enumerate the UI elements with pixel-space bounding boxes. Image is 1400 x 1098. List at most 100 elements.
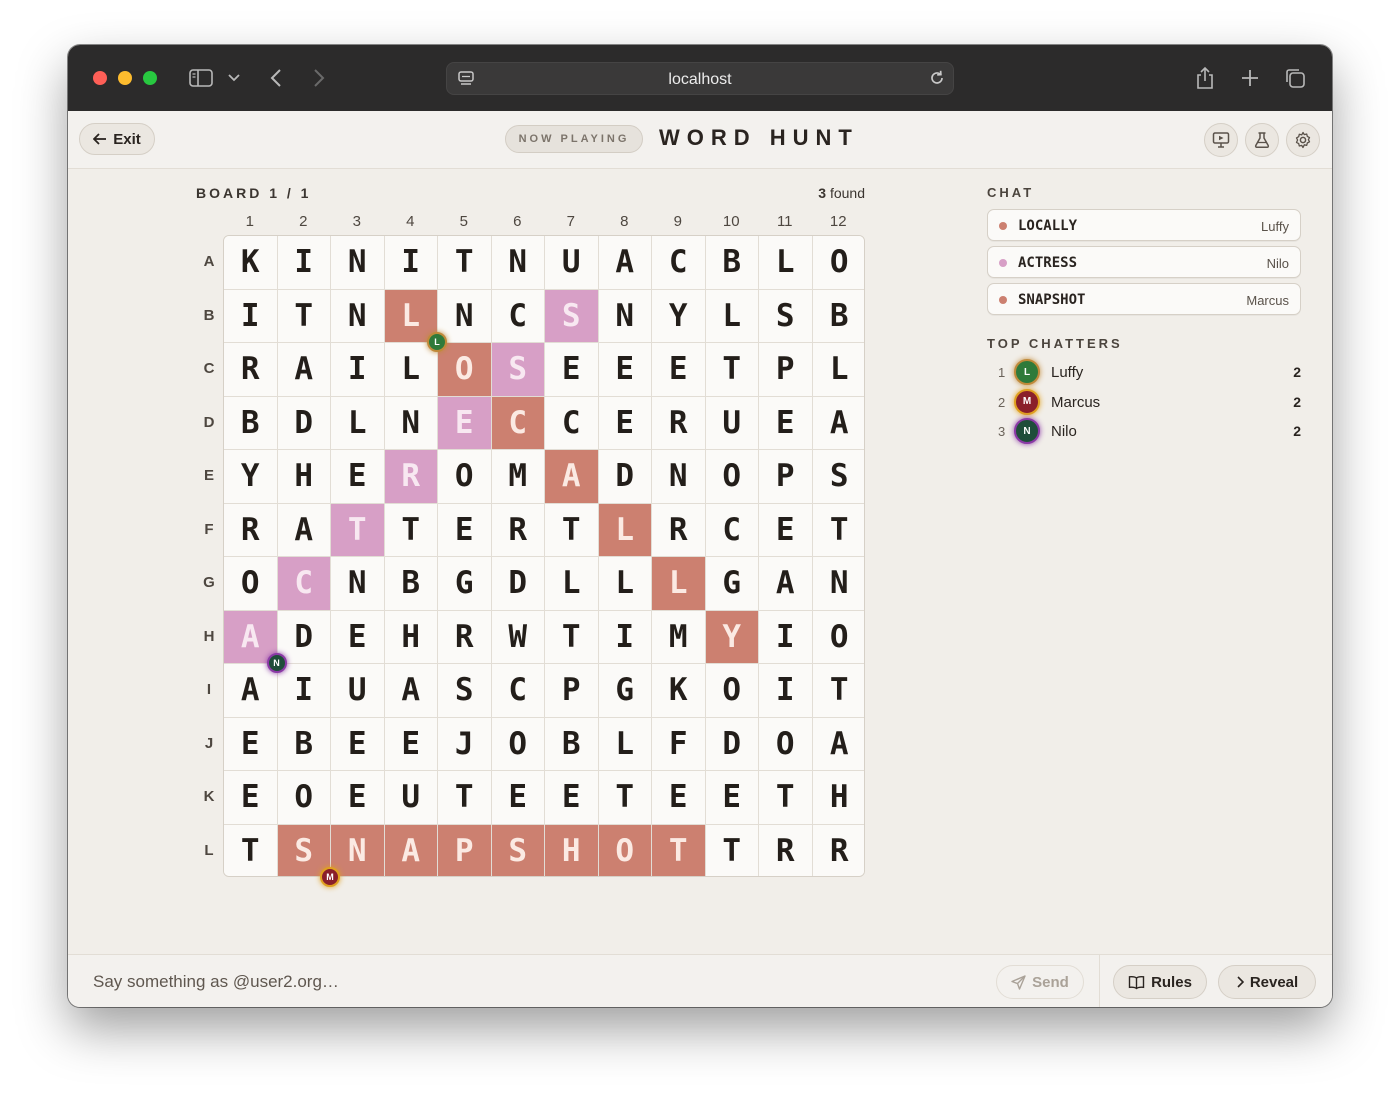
grid-cell[interactable]: K [224, 236, 278, 290]
grid-cell[interactable]: D [705, 717, 759, 771]
grid-cell[interactable]: T [384, 503, 438, 557]
grid-cell[interactable]: E [438, 396, 492, 450]
grid-cell[interactable]: A [277, 343, 331, 397]
grid-cell[interactable]: O [705, 450, 759, 504]
grid-cell[interactable]: N [331, 236, 385, 290]
grid-cell[interactable]: B [384, 557, 438, 611]
grid-cell[interactable]: O [812, 610, 864, 664]
grid-cell[interactable]: G [438, 557, 492, 611]
grid-cell[interactable]: U [384, 771, 438, 825]
grid-cell[interactable]: L [598, 717, 652, 771]
grid-cell[interactable]: I [331, 343, 385, 397]
grid-cell[interactable]: G [598, 664, 652, 718]
grid-cell[interactable]: N [812, 557, 864, 611]
grid-cell[interactable]: D [277, 610, 331, 664]
grid-cell[interactable]: A [812, 717, 864, 771]
reload-icon[interactable] [927, 68, 947, 93]
grid-cell[interactable]: R [384, 450, 438, 504]
grid-cell[interactable]: E [652, 343, 706, 397]
grid-cell[interactable]: T [331, 503, 385, 557]
sidebar-toggle-icon[interactable] [186, 65, 216, 91]
grid-cell[interactable]: P [545, 664, 599, 718]
grid-cell[interactable]: S [491, 824, 545, 876]
grid-cell[interactable]: I [277, 664, 331, 718]
grid-cell[interactable]: T [812, 503, 864, 557]
grid-cell[interactable]: O [812, 236, 864, 290]
grid-cell[interactable]: R [224, 343, 278, 397]
grid-cell[interactable]: E [759, 396, 813, 450]
grid-cell[interactable]: I [598, 610, 652, 664]
grid-cell[interactable]: R [652, 503, 706, 557]
grid-cell[interactable]: O [438, 343, 492, 397]
grid-cell[interactable]: C [491, 664, 545, 718]
grid-cell[interactable]: T [224, 824, 278, 876]
grid-cell[interactable]: S [759, 289, 813, 343]
grid-cell[interactable]: N [331, 289, 385, 343]
chat-input[interactable]: Say something as @user2.org… [93, 972, 339, 992]
grid-cell[interactable]: A [759, 557, 813, 611]
grid-cell[interactable]: D [491, 557, 545, 611]
grid-cell[interactable]: E [331, 771, 385, 825]
grid-cell[interactable]: T [545, 610, 599, 664]
grid-cell[interactable]: H [545, 824, 599, 876]
chevron-down-icon[interactable] [224, 65, 244, 91]
grid-cell[interactable]: Y [224, 450, 278, 504]
grid-cell[interactable]: U [545, 236, 599, 290]
grid-cell[interactable]: L [384, 343, 438, 397]
grid-cell[interactable]: P [438, 824, 492, 876]
grid-cell[interactable]: C [277, 557, 331, 611]
grid-cell[interactable]: E [331, 610, 385, 664]
grid-cell[interactable]: S [812, 450, 864, 504]
grid-cell[interactable]: Y [652, 289, 706, 343]
grid-cell[interactable]: T [812, 664, 864, 718]
grid-cell[interactable]: A [224, 664, 278, 718]
rules-button[interactable]: Rules [1113, 965, 1207, 999]
grid-cell[interactable]: R [812, 824, 864, 876]
grid-cell[interactable]: E [545, 343, 599, 397]
new-tab-icon[interactable] [1238, 65, 1262, 91]
grid-cell[interactable]: E [331, 450, 385, 504]
grid-cell[interactable]: T [438, 236, 492, 290]
grid-cell[interactable]: E [224, 717, 278, 771]
grid-cell[interactable]: E [598, 396, 652, 450]
grid-cell[interactable]: R [224, 503, 278, 557]
grid-cell[interactable]: I [384, 236, 438, 290]
settings-button[interactable] [1286, 123, 1320, 157]
share-icon[interactable] [1192, 65, 1218, 91]
grid-cell[interactable]: E [705, 771, 759, 825]
grid-cell[interactable]: U [705, 396, 759, 450]
grid-cell[interactable]: K [652, 664, 706, 718]
grid-cell[interactable]: B [705, 236, 759, 290]
grid-cell[interactable]: H [384, 610, 438, 664]
grid-cell[interactable]: N [598, 289, 652, 343]
send-button[interactable]: Send [996, 965, 1084, 999]
grid-cell[interactable]: U [331, 664, 385, 718]
minimize-window-button[interactable] [118, 71, 132, 85]
grid-cell[interactable]: P [759, 343, 813, 397]
grid-cell[interactable]: A [545, 450, 599, 504]
grid-cell[interactable]: L [705, 289, 759, 343]
forward-arrow-icon[interactable] [309, 65, 329, 91]
grid-cell[interactable]: O [759, 717, 813, 771]
grid-cell[interactable]: N [491, 236, 545, 290]
grid-cell[interactable]: B [812, 289, 864, 343]
address-bar[interactable]: localhost [446, 62, 954, 95]
grid-cell[interactable]: I [277, 236, 331, 290]
back-arrow-icon[interactable] [266, 65, 286, 91]
grid-cell[interactable]: A [277, 503, 331, 557]
grid-cell[interactable]: P [759, 450, 813, 504]
grid-cell[interactable]: O [598, 824, 652, 876]
grid-cell[interactable]: T [705, 824, 759, 876]
grid-cell[interactable]: E [384, 717, 438, 771]
grid-cell[interactable]: N [331, 824, 385, 876]
grid-cell[interactable]: C [491, 396, 545, 450]
grid-cell[interactable]: C [545, 396, 599, 450]
grid-cell[interactable]: M [491, 450, 545, 504]
grid-cell[interactable]: G [705, 557, 759, 611]
grid-cell[interactable]: E [224, 771, 278, 825]
grid-cell[interactable]: N [438, 289, 492, 343]
zoom-window-button[interactable] [143, 71, 157, 85]
grid-cell[interactable]: D [598, 450, 652, 504]
grid-cell[interactable]: N [384, 396, 438, 450]
grid-cell[interactable]: R [759, 824, 813, 876]
